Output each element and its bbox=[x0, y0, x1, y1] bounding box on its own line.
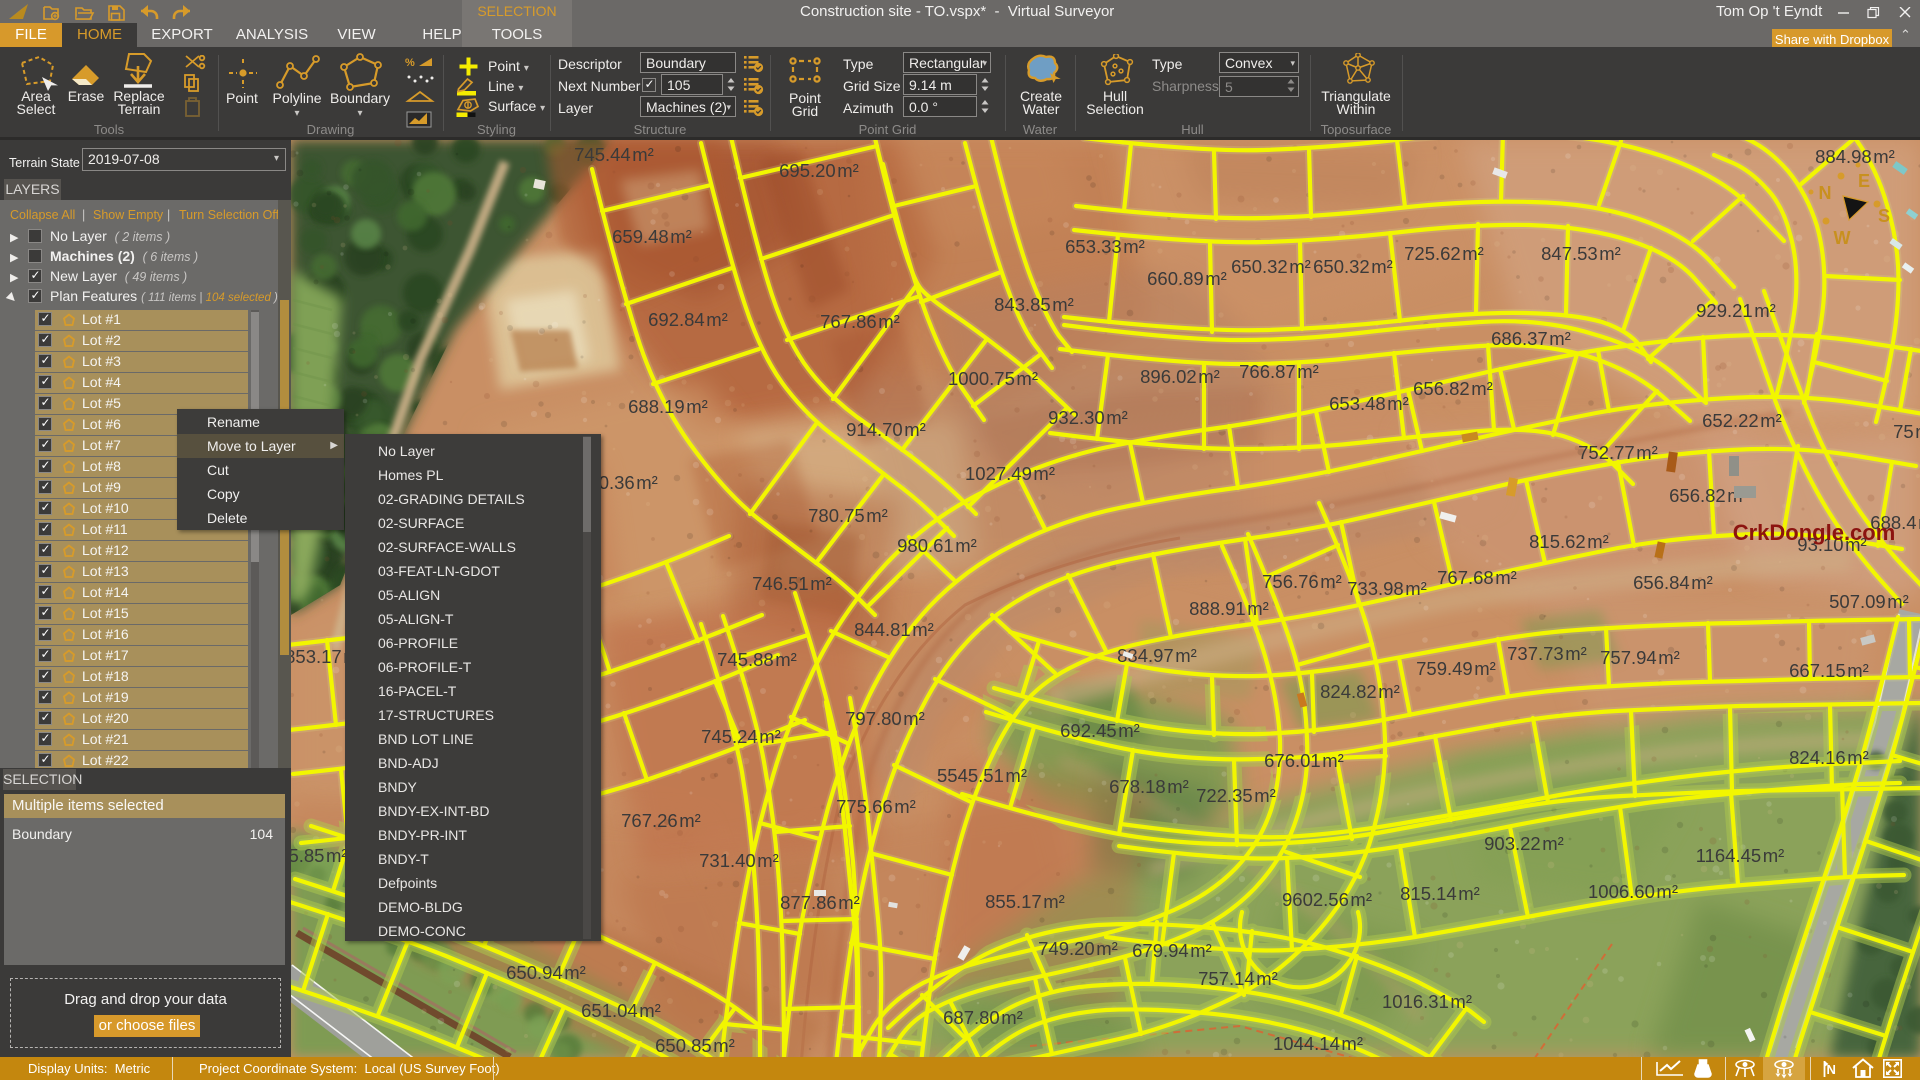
svg-text:%: % bbox=[405, 57, 415, 69]
svg-text:652.22 m²: 652.22 m² bbox=[1702, 410, 1782, 431]
svg-text:888.91 m²: 888.91 m² bbox=[1189, 598, 1269, 619]
svg-text:667.15 m²: 667.15 m² bbox=[1789, 660, 1869, 681]
svg-text:775.66 m²: 775.66 m² bbox=[836, 796, 916, 817]
svg-text:843.85 m²: 843.85 m² bbox=[994, 294, 1074, 315]
svg-text:824.82 m²: 824.82 m² bbox=[1320, 681, 1400, 702]
svg-text:745.88 m²: 745.88 m² bbox=[717, 649, 797, 670]
svg-text:695.20 m²: 695.20 m² bbox=[779, 160, 859, 181]
svg-text:676.01 m²: 676.01 m² bbox=[1264, 750, 1344, 771]
svg-text:780.75 m²: 780.75 m² bbox=[808, 505, 888, 526]
svg-text:757.14 m²: 757.14 m² bbox=[1198, 968, 1278, 989]
svg-text:766.87 m²: 766.87 m² bbox=[1239, 361, 1319, 382]
svg-text:650.85 m²: 650.85 m² bbox=[655, 1035, 735, 1056]
svg-text:759.49 m²: 759.49 m² bbox=[1416, 658, 1496, 679]
svg-text:824.16 m²: 824.16 m² bbox=[1789, 747, 1869, 768]
svg-text:722.35 m²: 722.35 m² bbox=[1196, 785, 1276, 806]
svg-text:687.80 m²: 687.80 m² bbox=[943, 1007, 1023, 1028]
svg-text:678.18 m²: 678.18 m² bbox=[1109, 776, 1189, 797]
svg-text:656.82 m²: 656.82 m² bbox=[1413, 378, 1493, 399]
svg-text:653.33 m²: 653.33 m² bbox=[1065, 236, 1145, 257]
svg-text:914.70 m²: 914.70 m² bbox=[846, 419, 926, 440]
svg-text:896.02 m²: 896.02 m² bbox=[1140, 366, 1220, 387]
svg-text:650.32 m²: 650.32 m² bbox=[1231, 256, 1311, 277]
svg-text:686.37 m²: 686.37 m² bbox=[1491, 328, 1571, 349]
svg-text:75 m²: 75 m² bbox=[1893, 421, 1920, 442]
svg-text:903.22 m²: 903.22 m² bbox=[1484, 833, 1564, 854]
svg-text:679.94 m²: 679.94 m² bbox=[1132, 940, 1212, 961]
svg-text:1000.75 m²: 1000.75 m² bbox=[948, 368, 1038, 389]
svg-text:847.53 m²: 847.53 m² bbox=[1541, 243, 1621, 264]
svg-text:929.21 m²: 929.21 m² bbox=[1696, 300, 1776, 321]
svg-text:1027.49 m²: 1027.49 m² bbox=[965, 463, 1055, 484]
svg-text:653.48 m²: 653.48 m² bbox=[1329, 393, 1409, 414]
svg-text:752.77 m²: 752.77 m² bbox=[1578, 442, 1658, 463]
svg-text:1006.60 m²: 1006.60 m² bbox=[1588, 881, 1678, 902]
svg-text:844.81 m²: 844.81 m² bbox=[854, 619, 934, 640]
svg-text:767.86 m²: 767.86 m² bbox=[820, 311, 900, 332]
svg-text:CrkDongle.com: CrkDongle.com bbox=[1733, 520, 1896, 545]
svg-text:767.68 m²: 767.68 m² bbox=[1437, 567, 1517, 588]
svg-text:688.19 m²: 688.19 m² bbox=[628, 396, 708, 417]
svg-text:767.26 m²: 767.26 m² bbox=[621, 810, 701, 831]
svg-text:731.40 m²: 731.40 m² bbox=[699, 850, 779, 871]
svg-text:980.61 m²: 980.61 m² bbox=[897, 535, 977, 556]
svg-text:660.89 m²: 660.89 m² bbox=[1147, 268, 1227, 289]
svg-text:651.04 m²: 651.04 m² bbox=[581, 1000, 661, 1021]
svg-text:S: S bbox=[1878, 206, 1890, 226]
svg-text:884.98 m²: 884.98 m² bbox=[1815, 146, 1895, 167]
svg-text:815.14 m²: 815.14 m² bbox=[1400, 883, 1480, 904]
svg-text:733.98 m²: 733.98 m² bbox=[1347, 578, 1427, 599]
svg-text:749.20 m²: 749.20 m² bbox=[1038, 938, 1118, 959]
svg-text:692.84 m²: 692.84 m² bbox=[648, 309, 728, 330]
svg-text:725.62 m²: 725.62 m² bbox=[1404, 243, 1484, 264]
svg-text:656.84 m²: 656.84 m² bbox=[1633, 572, 1713, 593]
svg-text:1164.45 m²: 1164.45 m² bbox=[1696, 845, 1785, 866]
svg-text:855.17 m²: 855.17 m² bbox=[985, 891, 1065, 912]
svg-text:W: W bbox=[1834, 228, 1851, 248]
svg-text:815.62 m²: 815.62 m² bbox=[1529, 531, 1609, 552]
svg-text:650.94 m²: 650.94 m² bbox=[506, 962, 586, 983]
svg-text:737.73 m²: 737.73 m² bbox=[1507, 643, 1587, 664]
svg-text:1016.31 m²: 1016.31 m² bbox=[1382, 991, 1472, 1012]
svg-text:E: E bbox=[1858, 171, 1870, 191]
svg-text:746.51 m²: 746.51 m² bbox=[752, 573, 832, 594]
svg-text:N: N bbox=[1819, 183, 1832, 203]
svg-text:692.45 m²: 692.45 m² bbox=[1060, 720, 1140, 741]
svg-text:5545.51 m²: 5545.51 m² bbox=[937, 765, 1027, 786]
svg-text:650.32 m²: 650.32 m² bbox=[1313, 256, 1393, 277]
svg-text:9602.56 m²: 9602.56 m² bbox=[1282, 889, 1372, 910]
svg-text:659.48 m²: 659.48 m² bbox=[612, 226, 692, 247]
svg-text:745.24 m²: 745.24 m² bbox=[701, 726, 781, 747]
svg-text:757.94 m²: 757.94 m² bbox=[1600, 647, 1680, 668]
svg-text:1044.14 m²: 1044.14 m² bbox=[1273, 1033, 1363, 1054]
svg-text:756.76 m²: 756.76 m² bbox=[1262, 571, 1342, 592]
svg-text:507.09 m²: 507.09 m² bbox=[1829, 591, 1909, 612]
svg-text:745.44 m²: 745.44 m² bbox=[574, 144, 654, 165]
svg-text:932.30 m²: 932.30 m² bbox=[1048, 407, 1128, 428]
svg-text:5.85 m²: 5.85 m² bbox=[291, 845, 348, 866]
svg-text:797.80 m²: 797.80 m² bbox=[845, 708, 925, 729]
